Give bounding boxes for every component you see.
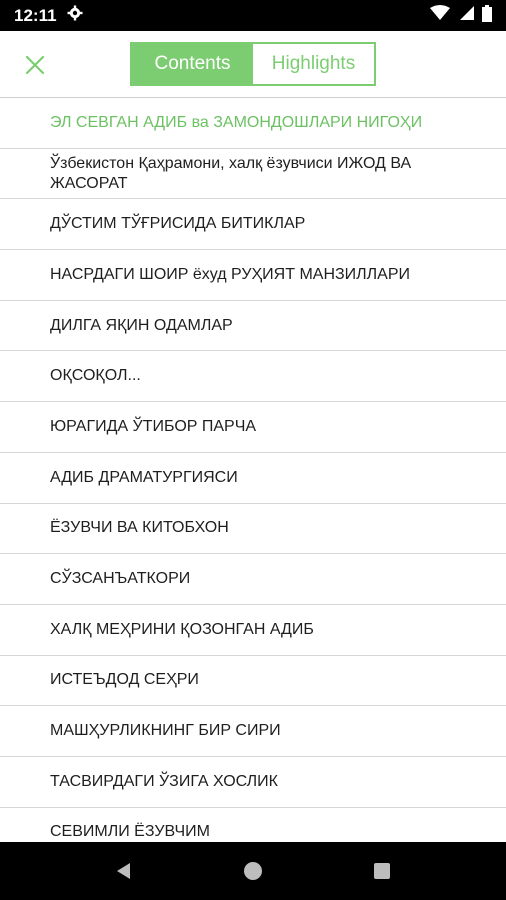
chapter-item[interactable]: МАШҲУРЛИКНИНГ БИР СИРИ: [0, 706, 506, 757]
tab-highlights[interactable]: Highlights: [253, 44, 374, 84]
chapter-item[interactable]: СЕВИМЛИ ЁЗУВЧИМ: [0, 808, 506, 842]
battery-icon: [482, 4, 492, 27]
contents-list: ЭЛ СЕВГАН АДИБ ва ЗАМОНДОШЛАРИ НИГОҲИ Ўз…: [0, 98, 506, 842]
signal-icon: [458, 5, 474, 26]
chapter-item[interactable]: ЁЗУВЧИ ВА КИТОБХОН: [0, 504, 506, 555]
close-icon: [25, 55, 45, 75]
toolbar: Contents Highlights: [0, 31, 506, 98]
tab-contents[interactable]: Contents: [132, 44, 253, 84]
chapter-item[interactable]: ЮРАГИДА ЎТИБОР ПАРЧА: [0, 402, 506, 453]
home-circle-icon: [243, 862, 262, 880]
chapter-item[interactable]: АДИБ ДРАМАТУРГИЯСИ: [0, 453, 506, 504]
tab-switcher: Contents Highlights: [130, 42, 376, 86]
chapter-item[interactable]: ДИЛГА ЯҚИН ОДАМЛАР: [0, 301, 506, 352]
chapter-item[interactable]: ХАЛҚ МЕҲРИНИ ҚОЗОНГАН АДИБ: [0, 605, 506, 656]
chapter-item[interactable]: Ўзбекистон Қаҳрамони, халқ ёзувчиси ИЖОД…: [0, 149, 506, 200]
chapter-item[interactable]: ОҚСОҚОЛ...: [0, 351, 506, 403]
recents-button[interactable]: [362, 851, 402, 891]
navigation-bar: [0, 842, 506, 900]
recents-square-icon: [373, 863, 390, 879]
chapter-item[interactable]: ЭЛ СЕВГАН АДИБ ва ЗАМОНДОШЛАРИ НИГОҲИ: [0, 98, 506, 149]
chapter-item[interactable]: ИСТЕЪДОД СЕҲРИ: [0, 656, 506, 707]
chapter-item[interactable]: ТАСВИРДАГИ ЎЗИГА ХОСЛИК: [0, 757, 506, 808]
back-button[interactable]: [104, 851, 144, 891]
status-time: 12:11: [14, 5, 57, 25]
chapter-item[interactable]: ДЎСТИМ ТЎҒРИСИДА БИТИКЛАР: [0, 199, 506, 251]
home-button[interactable]: [233, 851, 273, 891]
close-button[interactable]: [20, 50, 50, 80]
settings-gear-icon: [67, 5, 83, 26]
back-triangle-icon: [117, 863, 131, 879]
chapter-item[interactable]: СЎЗСАНЪАТКОРИ: [0, 554, 506, 605]
chapter-item[interactable]: НАСРДАГИ ШОИР ёхуд РУҲИЯТ МАНЗИЛЛАРИ: [0, 250, 506, 301]
status-bar: 12:11: [0, 0, 506, 31]
wifi-icon: [430, 5, 450, 26]
